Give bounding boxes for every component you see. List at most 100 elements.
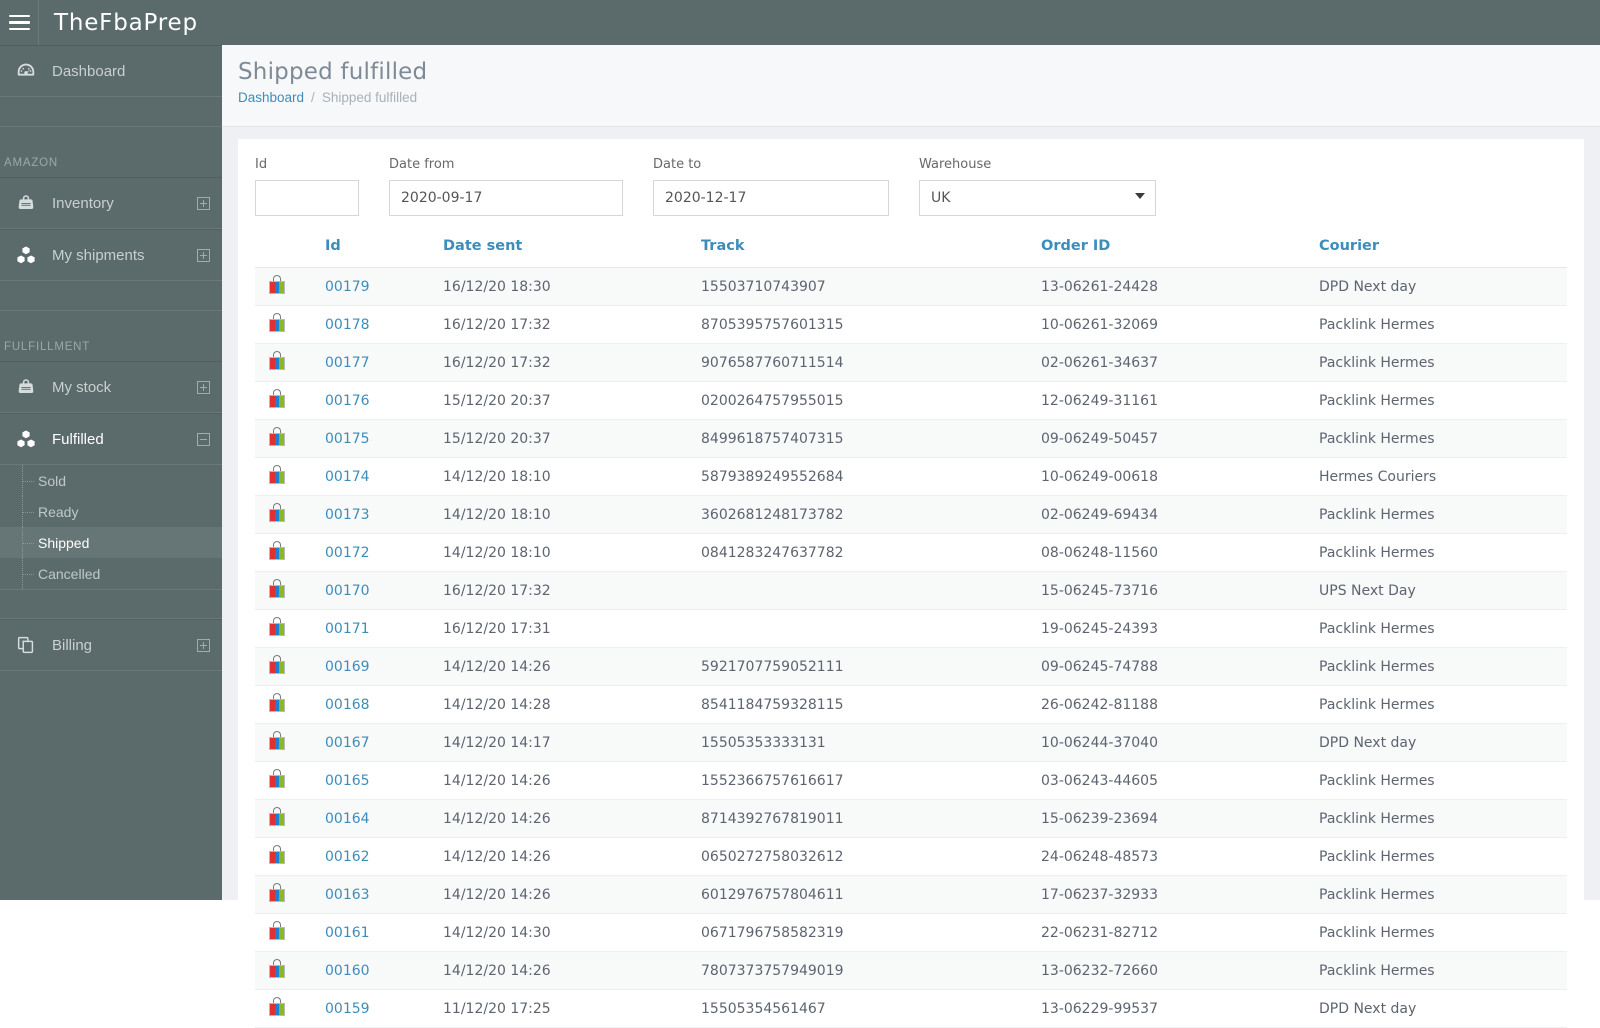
table-row[interactable]: 00176 15/12/20 20:37 0200264757955015 12-06… [255, 381, 1567, 420]
id-input[interactable] [255, 180, 359, 216]
column-header-date-sent[interactable]: Date sent [443, 238, 701, 268]
sidebar-subitem-shipped[interactable]: Shipped [0, 527, 222, 558]
column-header-courier[interactable]: Courier [1319, 238, 1567, 268]
column-header-id[interactable]: Id [325, 238, 443, 268]
cell-courier: Packlink Hermes [1319, 609, 1567, 648]
shipment-id-link[interactable]: 00177 [325, 355, 370, 371]
shipment-id-link[interactable]: 00175 [325, 431, 370, 447]
sidebar-item-my-stock[interactable]: My stock [0, 361, 222, 413]
column-header-track[interactable]: Track [701, 238, 1041, 268]
table-row[interactable]: 00170 16/12/20 17:32 15-06245-73716 UPS Nex… [255, 571, 1567, 610]
shipment-id-link[interactable]: 00174 [325, 469, 370, 485]
table-row[interactable]: 00165 14/12/20 14:26 1552366757616617 03-06… [255, 761, 1567, 800]
shipment-id-link[interactable]: 00167 [325, 735, 370, 751]
shipment-id-link[interactable]: 00171 [325, 621, 370, 637]
table-row[interactable]: 00162 14/12/20 14:26 0650272758032612 24-06… [255, 837, 1567, 876]
date-from-input[interactable] [389, 180, 623, 216]
sidebar-subitem-cancelled[interactable]: Cancelled [0, 558, 222, 589]
sidebar-item-dashboard[interactable]: Dashboard [0, 45, 222, 97]
cell-id: 00175 [325, 419, 443, 458]
sidebar-item-label: My stock [52, 378, 112, 396]
table-row[interactable]: 00159 11/12/20 17:25 15505354561467 13-0622… [255, 989, 1567, 1028]
table-row[interactable]: 00163 14/12/20 14:26 6012976757804611 17-06… [255, 875, 1567, 914]
table-row[interactable]: 00160 14/12/20 14:26 7807373757949019 13-06… [255, 951, 1567, 990]
page-title: Shipped fulfilled [238, 59, 428, 85]
table-row[interactable]: 00164 14/12/20 14:26 8714392767819011 15-06… [255, 799, 1567, 838]
row-status-cell [255, 609, 325, 648]
sidebar-item-fulfilled[interactable]: Fulfilled [0, 413, 222, 465]
breadcrumb-link-dashboard[interactable]: Dashboard [238, 90, 304, 105]
table-row[interactable]: 00178 16/12/20 17:32 8705395757601315 10-06… [255, 305, 1567, 344]
main-content: Shipped fulfilled Dashboard / Shipped fu… [222, 45, 1600, 1028]
shopping-bag-icon [269, 959, 285, 978]
cell-id: 00165 [325, 761, 443, 800]
row-status-cell [255, 723, 325, 762]
cell-order-id: 02-06249-69434 [1041, 495, 1319, 534]
table-row[interactable]: 00179 16/12/20 18:30 15503710743907 13-0626… [255, 267, 1567, 306]
warehouse-select[interactable]: UK [919, 180, 1156, 216]
shipment-id-link[interactable]: 00178 [325, 317, 370, 333]
cell-track: 0650272758032612 [701, 837, 1041, 876]
shipment-id-link[interactable]: 00161 [325, 925, 370, 941]
cell-courier: Packlink Hermes [1319, 381, 1567, 420]
cell-id: 00169 [325, 647, 443, 686]
shipment-id-link[interactable]: 00162 [325, 849, 370, 865]
app-brand-title[interactable]: TheFbaPrep [39, 10, 198, 36]
sidebar-spacer [0, 97, 222, 127]
sidebar-item-my-shipments[interactable]: My shipments [0, 229, 222, 281]
cell-courier: DPD Next day [1319, 267, 1567, 306]
table-row[interactable]: 00169 14/12/20 14:26 5921707759052111 09-06… [255, 647, 1567, 686]
cell-track: 0671796758582319 [701, 913, 1041, 952]
table-row[interactable]: 00172 14/12/20 18:10 0841283247637782 08-06… [255, 533, 1567, 572]
cell-id: 00167 [325, 723, 443, 762]
sidebar-subitem-sold[interactable]: Sold [0, 465, 222, 496]
hamburger-icon[interactable] [0, 0, 38, 45]
cell-courier: Packlink Hermes [1319, 951, 1567, 990]
shipment-id-link[interactable]: 00173 [325, 507, 370, 523]
shipment-id-link[interactable]: 00169 [325, 659, 370, 675]
table-row[interactable]: 00161 14/12/20 14:30 0671796758582319 22-06… [255, 913, 1567, 952]
table-row[interactable]: 00168 14/12/20 14:28 8541184759328115 26-06… [255, 685, 1567, 724]
sidebar-item-inventory[interactable]: Inventory [0, 177, 222, 229]
sidebar-item-billing[interactable]: Billing [0, 619, 222, 671]
cell-date-sent: 15/12/20 20:37 [443, 381, 701, 420]
shipment-id-link[interactable]: 00172 [325, 545, 370, 561]
date-to-input[interactable] [653, 180, 889, 216]
collapse-minus-icon[interactable] [184, 432, 222, 446]
shipment-id-link[interactable]: 00176 [325, 393, 370, 409]
shipment-id-link[interactable]: 00163 [325, 887, 370, 903]
shipment-id-link[interactable]: 00179 [325, 279, 370, 295]
column-header-icon [255, 238, 325, 268]
cell-courier: UPS Next Day [1319, 571, 1567, 610]
cell-order-id: 10-06261-32069 [1041, 305, 1319, 344]
filter-group-warehouse: Warehouse UK [919, 157, 1156, 216]
table-row[interactable]: 00167 14/12/20 14:17 15505353333131 10-0624… [255, 723, 1567, 762]
row-status-cell [255, 305, 325, 344]
column-header-order-id[interactable]: Order ID [1041, 238, 1319, 268]
shipment-id-link[interactable]: 00170 [325, 583, 370, 599]
cell-track: 6012976757804611 [701, 875, 1041, 914]
table-row[interactable]: 00174 14/12/20 18:10 5879389249552684 10-06… [255, 457, 1567, 496]
cell-order-id: 13-06229-99537 [1041, 989, 1319, 1028]
cell-track: 0841283247637782 [701, 533, 1041, 572]
expand-plus-icon[interactable] [184, 380, 222, 394]
date-from-label: Date from [389, 157, 455, 172]
shipment-id-link[interactable]: 00168 [325, 697, 370, 713]
sidebar-subitem-label: Sold [38, 472, 67, 489]
cell-track: 7807373757949019 [701, 951, 1041, 990]
shipment-id-link[interactable]: 00159 [325, 1001, 370, 1017]
sidebar-subitem-ready[interactable]: Ready [0, 496, 222, 527]
table-row[interactable]: 00173 14/12/20 18:10 3602681248173782 02-06… [255, 495, 1567, 534]
cell-id: 00164 [325, 799, 443, 838]
shipment-id-link[interactable]: 00164 [325, 811, 370, 827]
expand-plus-icon[interactable] [184, 248, 222, 262]
shipment-id-link[interactable]: 00165 [325, 773, 370, 789]
expand-plus-icon[interactable] [184, 196, 222, 210]
cell-track: 15505354561467 [701, 989, 1041, 1028]
cell-date-sent: 14/12/20 14:26 [443, 951, 701, 990]
table-row[interactable]: 00171 16/12/20 17:31 19-06245-24393 Packlin… [255, 609, 1567, 648]
shipment-id-link[interactable]: 00160 [325, 963, 370, 979]
table-row[interactable]: 00175 15/12/20 20:37 8499618757407315 09-06… [255, 419, 1567, 458]
expand-plus-icon[interactable] [184, 638, 222, 652]
table-row[interactable]: 00177 16/12/20 17:32 9076587760711514 02-06… [255, 343, 1567, 382]
